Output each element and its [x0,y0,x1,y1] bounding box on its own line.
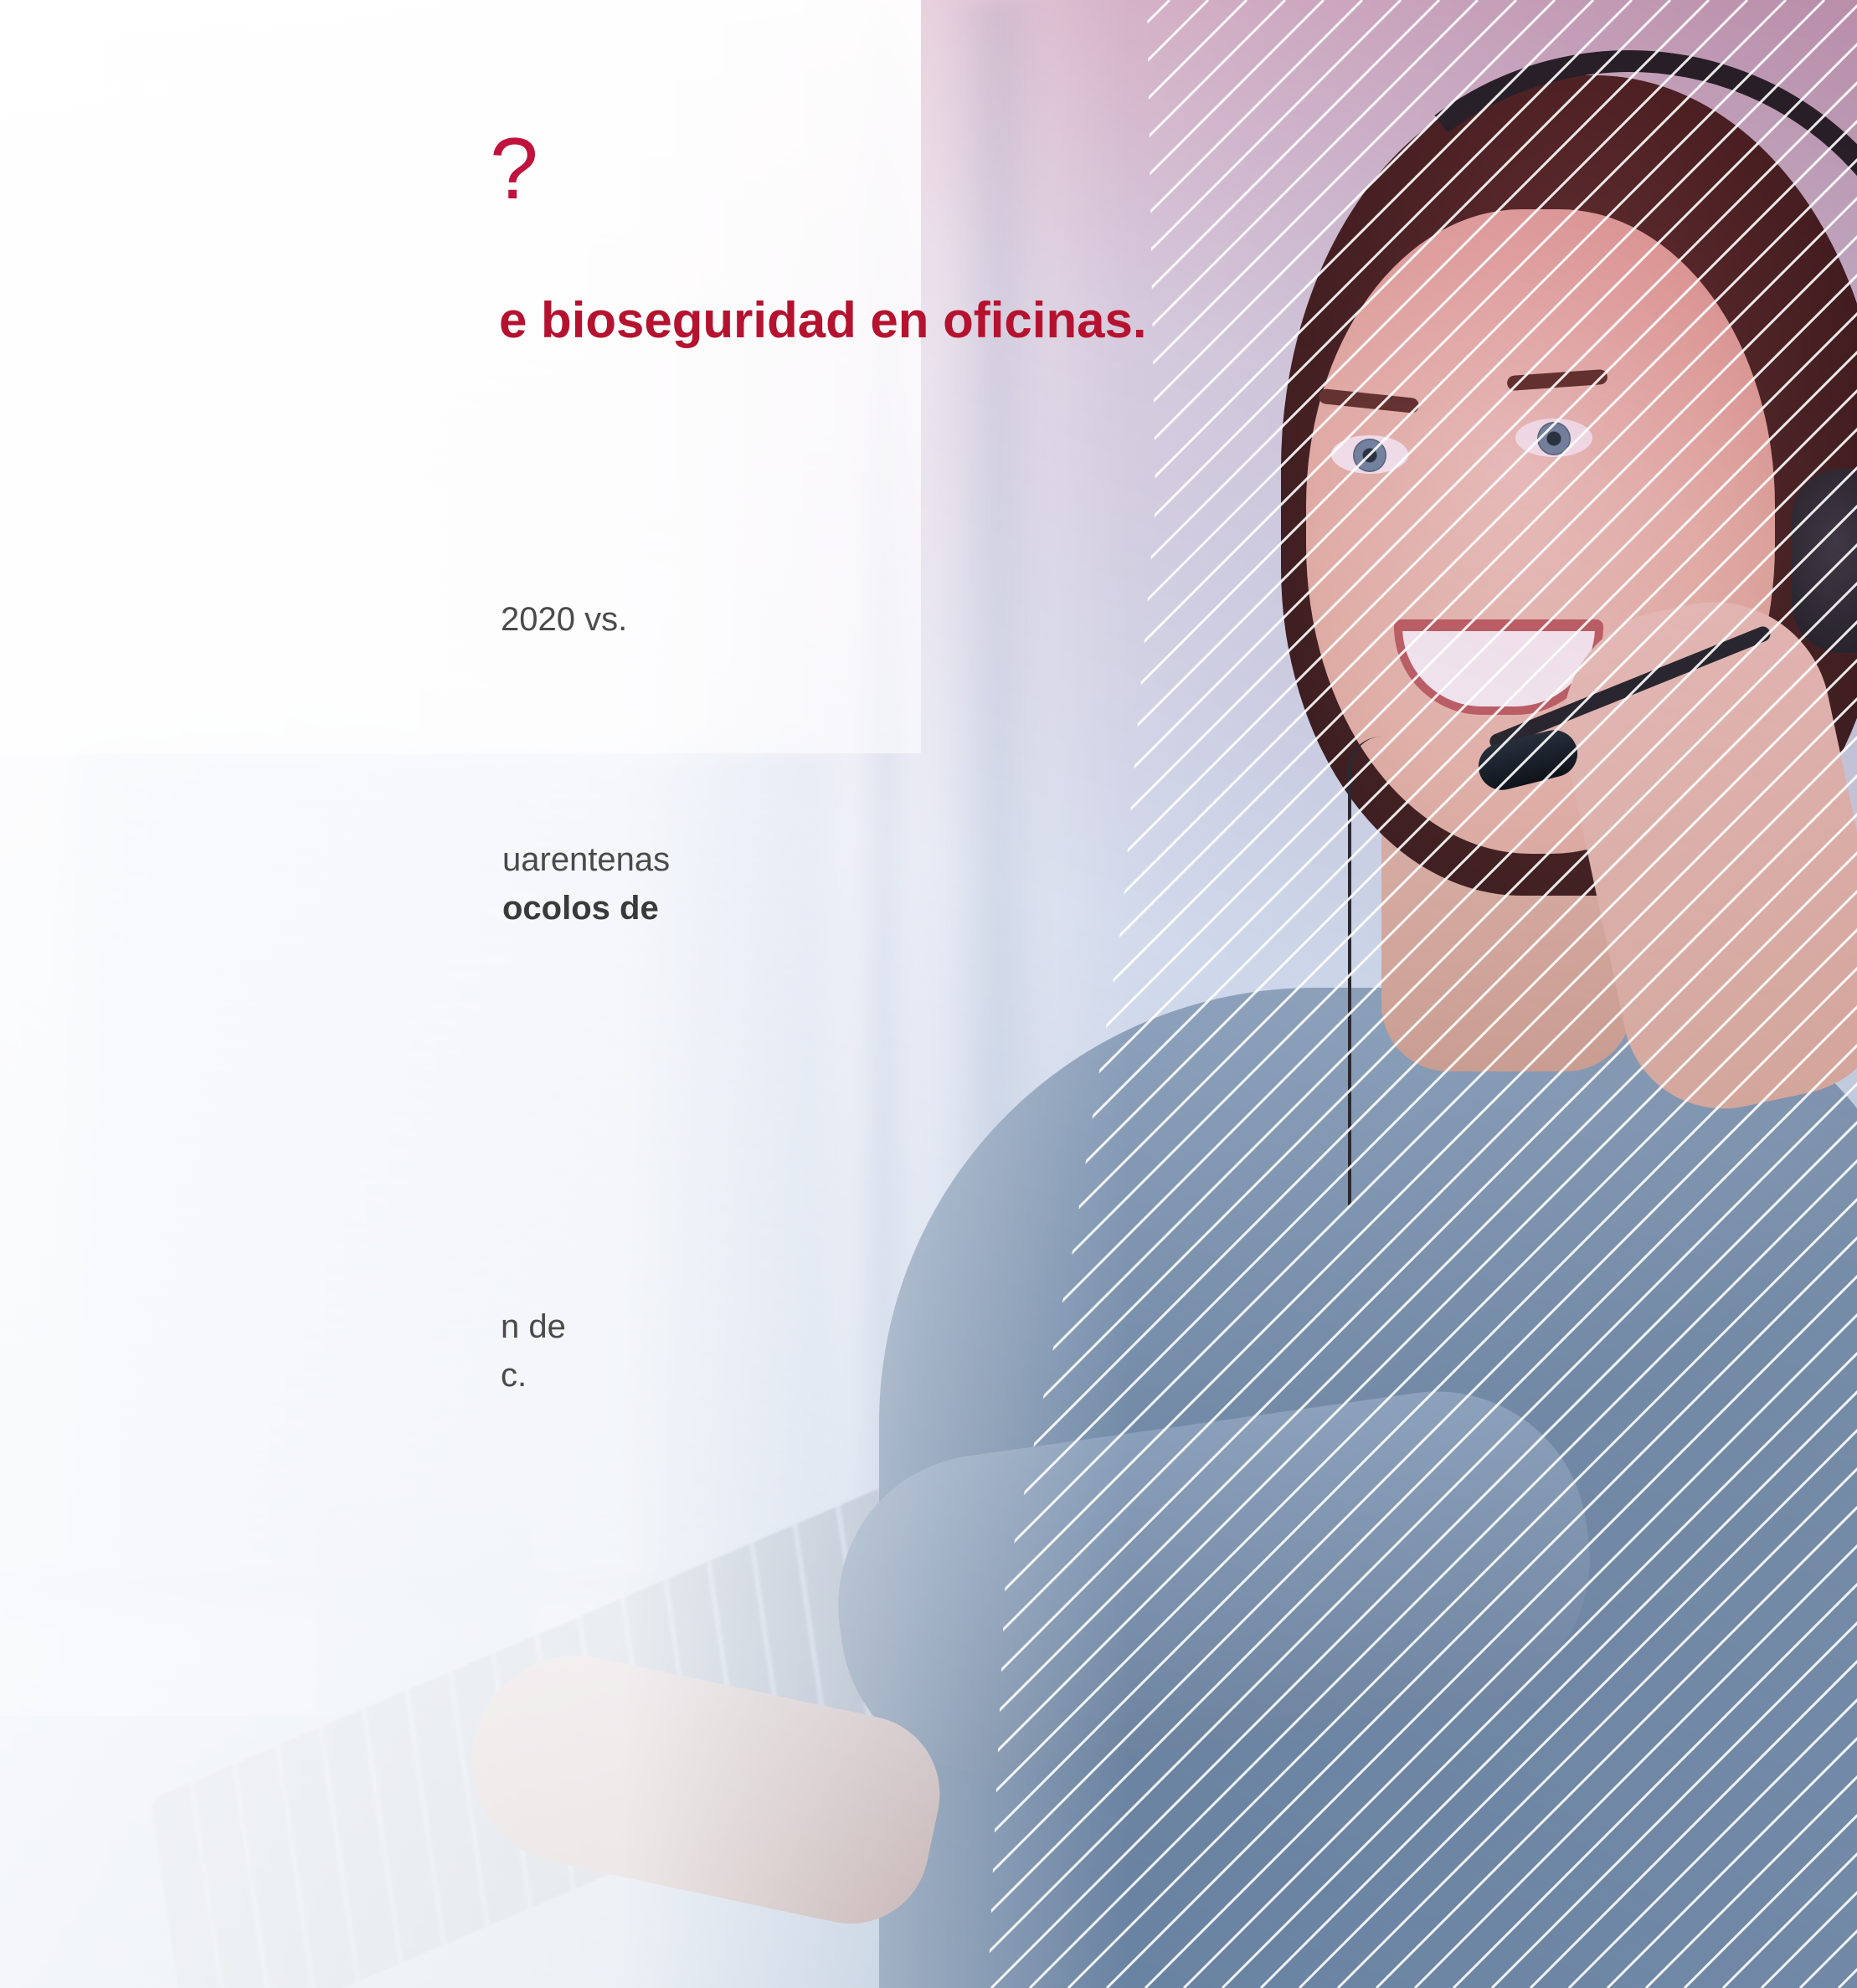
paragraph-1: 2020 vs. [501,595,627,644]
slide: ? e bioseguridad en oficinas. 2020 vs. u… [0,0,1857,1988]
paragraph-1-line-1: 2020 vs. [501,601,628,638]
paragraph-2: uarentenas ocolos de [502,835,670,932]
paragraph-3-line-1: n de [501,1308,566,1345]
slide-title: ? [490,121,538,218]
paragraph-2-bold-line: ocolos de [502,890,659,927]
slide-subtitle: e bioseguridad en oficinas. [499,292,1147,348]
paragraph-3-line-2: c. [501,1357,527,1394]
paragraph-2-line-1: uarentenas [502,841,671,878]
paragraph-3: n de c. [501,1302,566,1400]
